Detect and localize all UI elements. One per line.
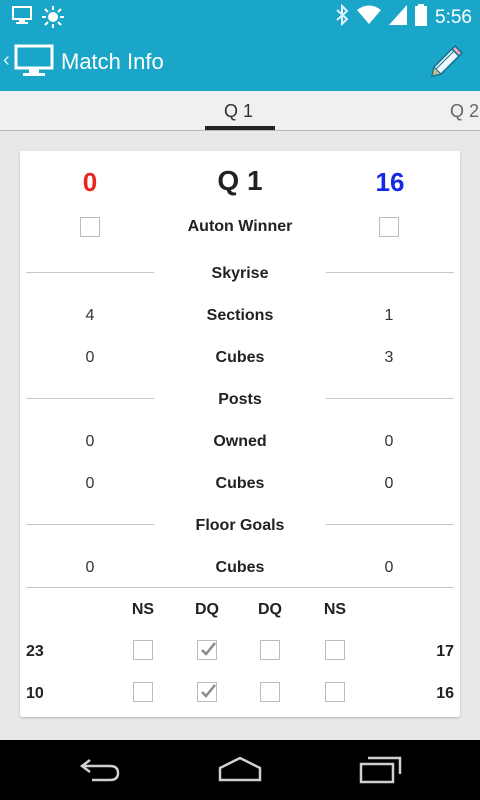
back-icon[interactable]: [78, 754, 122, 789]
penalty-header-ns-red: NS: [131, 601, 155, 618]
penalty-header-ns-blue: NS: [323, 601, 347, 618]
auton-winner-label: Auton Winner: [187, 218, 293, 235]
wifi-icon: [357, 5, 382, 30]
pencil-icon[interactable]: [424, 42, 464, 87]
skyrise-sections-label: Sections: [206, 307, 274, 324]
floor-goals-cubes-blue[interactable]: 0: [359, 559, 419, 577]
monitor-icon[interactable]: [14, 44, 54, 83]
posts-cubes-blue[interactable]: 0: [359, 475, 419, 493]
floor-goals-cubes-label: Cubes: [215, 559, 265, 576]
section-header-floor-goals: Floor Goals: [195, 517, 285, 534]
signal-icon: [389, 5, 408, 30]
tab-strip: Q 1 Q 2: [0, 91, 480, 131]
red-score: 0: [82, 167, 98, 197]
divider: [26, 398, 154, 399]
match-card: 0 Q 1 16 Auton Winner Skyrise 4 Sections…: [20, 151, 460, 717]
red-team-2: 10: [26, 685, 44, 702]
navigation-bar: [0, 740, 480, 800]
posts-owned-red[interactable]: 0: [60, 433, 120, 451]
blue-team-1: 17: [436, 643, 454, 660]
monitor-icon: [12, 6, 32, 33]
divider: [26, 524, 154, 525]
blue-score: 16: [375, 167, 405, 197]
divider: [26, 587, 454, 588]
penalty-header-dq-red: DQ: [195, 601, 219, 618]
team1-dq-blue-checkbox[interactable]: [260, 640, 280, 660]
divider: [326, 398, 454, 399]
section-header-skyrise: Skyrise: [211, 265, 269, 282]
team2-dq-blue-checkbox[interactable]: [260, 682, 280, 702]
skyrise-cubes-blue[interactable]: 3: [359, 349, 419, 367]
bluetooth-icon: [335, 3, 349, 31]
tab-q1[interactable]: Q 1: [224, 101, 253, 122]
status-bar: 5:56: [0, 0, 480, 33]
team1-dq-red-checkbox[interactable]: [197, 640, 217, 660]
posts-owned-blue[interactable]: 0: [359, 433, 419, 451]
battery-icon: [415, 4, 428, 31]
recent-apps-icon[interactable]: [358, 754, 404, 789]
divider: [326, 524, 454, 525]
action-bar: ‹ Match Info: [0, 33, 480, 91]
tab-indicator: [205, 126, 275, 130]
team1-ns-blue-checkbox[interactable]: [325, 640, 345, 660]
team2-ns-blue-checkbox[interactable]: [325, 682, 345, 702]
brightness-icon: [42, 6, 64, 33]
team2-ns-red-checkbox[interactable]: [133, 682, 153, 702]
auton-blue-checkbox[interactable]: [379, 217, 399, 237]
team2-dq-red-checkbox[interactable]: [197, 682, 217, 702]
posts-cubes-red[interactable]: 0: [60, 475, 120, 493]
skyrise-sections-red[interactable]: 4: [60, 307, 120, 325]
red-team-1: 23: [26, 643, 44, 660]
floor-goals-cubes-red[interactable]: 0: [60, 559, 120, 577]
skyrise-cubes-red[interactable]: 0: [60, 349, 120, 367]
posts-cubes-label: Cubes: [215, 475, 265, 492]
status-time: 5:56: [435, 6, 472, 28]
match-title: Q 1: [217, 165, 263, 196]
divider: [326, 272, 454, 273]
posts-owned-label: Owned: [213, 433, 267, 450]
skyrise-sections-blue[interactable]: 1: [359, 307, 419, 325]
checkmark-icon: [201, 684, 216, 698]
skyrise-cubes-label: Cubes: [215, 349, 265, 366]
team1-ns-red-checkbox[interactable]: [133, 640, 153, 660]
up-caret-icon[interactable]: ‹: [3, 49, 10, 72]
penalty-header-dq-blue: DQ: [258, 601, 282, 618]
tab-q2[interactable]: Q 2: [450, 101, 479, 122]
auton-red-checkbox[interactable]: [80, 217, 100, 237]
page-title: Match Info: [61, 49, 164, 74]
checkmark-icon: [201, 642, 216, 656]
section-header-posts: Posts: [218, 391, 262, 408]
home-icon[interactable]: [216, 754, 264, 789]
divider: [26, 272, 154, 273]
blue-team-2: 16: [436, 685, 454, 702]
